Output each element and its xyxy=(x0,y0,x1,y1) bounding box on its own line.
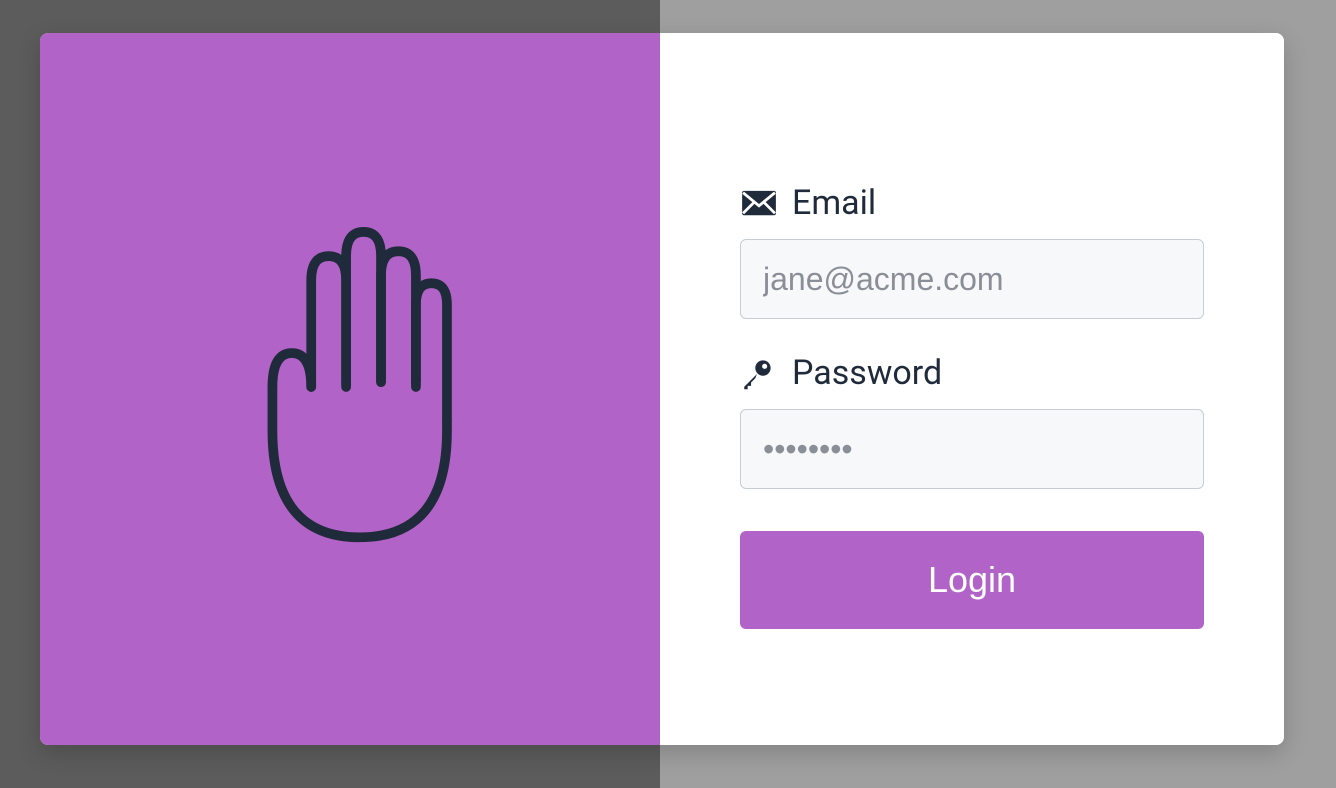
envelope-icon xyxy=(740,187,778,219)
email-label: Email xyxy=(740,183,1204,223)
password-label-text: Password xyxy=(792,353,942,393)
email-input[interactable] xyxy=(740,239,1204,319)
email-group: Email xyxy=(740,183,1204,319)
login-form: Email Password Login xyxy=(660,33,1284,745)
password-group: Password xyxy=(740,353,1204,489)
email-label-text: Email xyxy=(792,183,876,223)
key-icon xyxy=(740,357,778,389)
modal-brand-panel xyxy=(40,33,660,745)
hand-stop-icon xyxy=(215,227,485,551)
login-modal: Email Password Login xyxy=(40,33,1284,745)
login-button[interactable]: Login xyxy=(740,531,1204,629)
password-label: Password xyxy=(740,353,1204,393)
password-input[interactable] xyxy=(740,409,1204,489)
